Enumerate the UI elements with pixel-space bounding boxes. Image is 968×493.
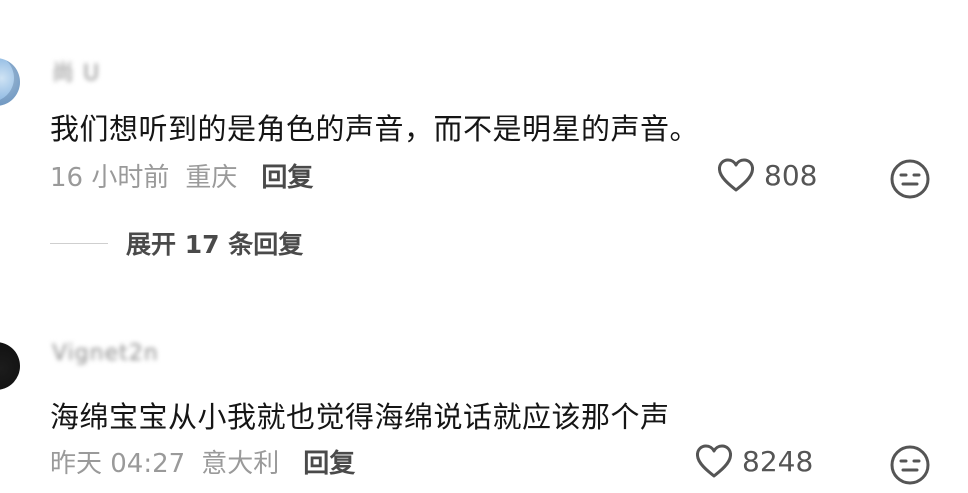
- dislike-button[interactable]: [889, 444, 931, 486]
- comment-item: 尚 U 我们想听到的是角色的声音，而不是明星的声音。 16 小时前 重庆 回复 …: [0, 0, 968, 290]
- avatar[interactable]: [0, 342, 20, 390]
- heart-outline-icon: [717, 158, 755, 192]
- comment-item: Vignet2n 海绵宝宝从小我就也觉得海绵说话就应该那个声 昨天 04:27 …: [0, 290, 968, 493]
- username[interactable]: 尚 U: [52, 60, 100, 86]
- comment-time: 昨天 04:27: [50, 449, 186, 479]
- comment-time: 16 小时前: [50, 163, 170, 193]
- meh-face-icon: [890, 445, 930, 485]
- comment-meta: 昨天 04:27 意大利 回复: [50, 443, 355, 480]
- expand-replies-button[interactable]: 展开 17 条回复: [50, 225, 303, 261]
- comment-location: 重庆: [185, 163, 238, 193]
- comment-meta: 16 小时前 重庆 回复: [50, 157, 313, 194]
- comment-location: 意大利: [201, 449, 280, 479]
- like-count: 808: [764, 158, 818, 192]
- avatar[interactable]: [0, 58, 20, 106]
- comment-text: 海绵宝宝从小我就也觉得海绵说话就应该那个声: [50, 400, 670, 434]
- like-count: 8248: [742, 444, 814, 478]
- expand-replies-label: 展开 17 条回复: [126, 230, 304, 259]
- divider-line: [50, 242, 108, 244]
- like-button[interactable]: 8248: [694, 443, 813, 479]
- meh-face-icon: [890, 159, 930, 199]
- heart-outline-icon: [695, 444, 733, 478]
- reply-button[interactable]: 回复: [303, 443, 355, 480]
- dislike-button[interactable]: [889, 158, 931, 200]
- reply-button[interactable]: 回复: [261, 157, 313, 194]
- like-button[interactable]: 808: [716, 157, 817, 193]
- username[interactable]: Vignet2n: [52, 341, 159, 366]
- comment-text: 我们想听到的是角色的声音，而不是明星的声音。: [50, 112, 700, 146]
